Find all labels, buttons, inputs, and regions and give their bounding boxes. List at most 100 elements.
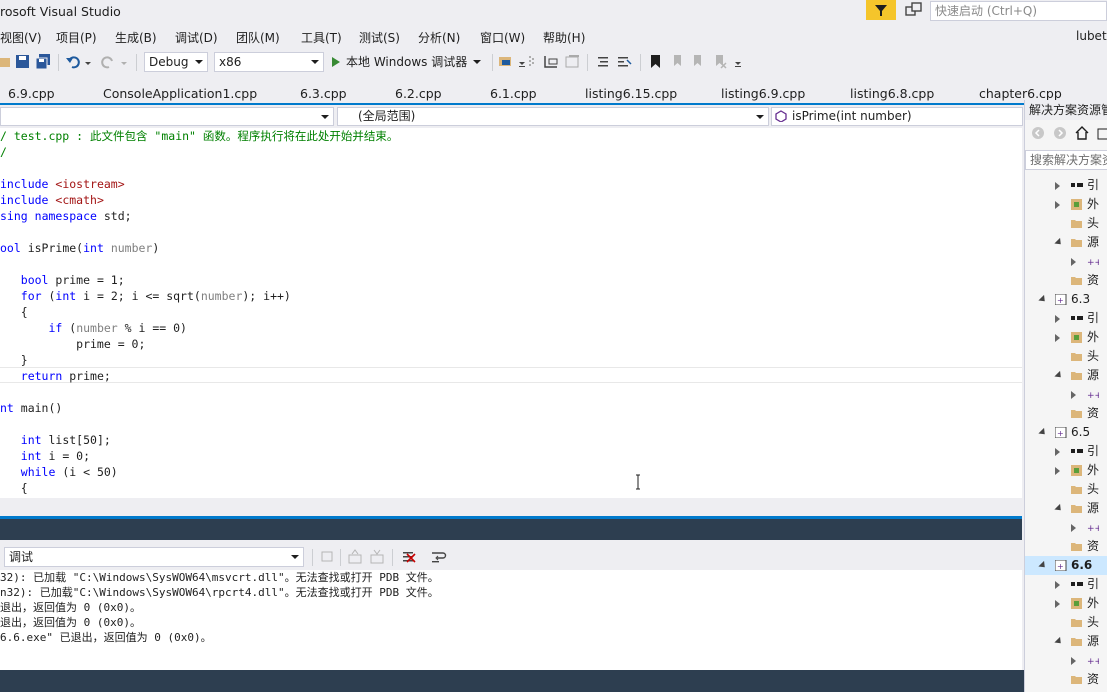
save-icon[interactable] [15,54,31,70]
collapse-arrow-icon[interactable] [1054,636,1064,647]
quick-launch-input[interactable]: 快速启动 (Ctrl+Q) [930,1,1107,21]
menu-item[interactable]: 项目(P) [56,29,97,46]
tree-item[interactable]: 引 [1025,442,1107,461]
document-tab[interactable]: ConsoleApplication1.cpp [103,86,257,101]
expand-arrow-icon[interactable] [1055,448,1060,456]
tree-item[interactable]: +6.5 [1025,423,1107,442]
tree-item[interactable]: +6.3 [1025,290,1107,309]
menu-item[interactable]: 窗口(W) [480,29,525,46]
collapse-arrow-icon[interactable] [1054,503,1064,514]
redo-icon[interactable] [100,54,116,70]
tree-item[interactable]: 资 [1025,537,1107,556]
feedback-icon[interactable] [905,2,923,18]
collapse-arrow-icon[interactable] [1038,560,1048,571]
expand-arrow-icon[interactable] [1071,657,1076,665]
output-text-area[interactable]: 32): 已加载 "C:\Windows\SysWOW64\msvcrt.dll… [0,570,1022,670]
toolbar-overflow-icon[interactable] [734,54,742,70]
tree-item[interactable]: 资 [1025,404,1107,423]
notification-button[interactable] [866,0,896,20]
collapse-arrow-icon[interactable] [1038,294,1048,305]
document-tab[interactable]: 6.2.cpp [395,86,442,101]
browser-link-icon[interactable] [498,54,514,70]
expand-arrow-icon[interactable] [1071,258,1076,266]
tree-item[interactable]: +6.6 [1025,556,1107,575]
step-into-icon[interactable] [543,54,559,70]
tree-item[interactable]: 引 [1025,575,1107,594]
bookmark-icon[interactable] [648,54,664,70]
document-tab[interactable]: listing6.8.cpp [850,86,934,101]
document-tab[interactable]: listing6.15.cpp [585,86,677,101]
document-tab[interactable]: 6.9.cpp [8,86,55,101]
expand-arrow-icon[interactable] [1055,182,1060,190]
home-icon[interactable] [1075,126,1091,142]
collapse-arrow-icon[interactable] [1054,370,1064,381]
expand-arrow-icon[interactable] [1055,467,1060,475]
document-tab[interactable]: chapter6.cpp [979,86,1062,101]
expand-arrow-icon[interactable] [1071,524,1076,532]
tree-item[interactable]: ++ [1025,518,1107,537]
menu-item[interactable]: 视图(V) [0,29,42,46]
tree-item[interactable]: 资 [1025,670,1107,689]
expand-arrow-icon[interactable] [1055,600,1060,608]
tree-item[interactable]: 头 [1025,613,1107,632]
forward-icon[interactable] [1053,126,1069,142]
solution-configuration-select[interactable]: Debug [144,52,208,72]
collapse-arrow-icon[interactable] [1038,427,1048,438]
next-message-icon[interactable] [370,549,386,565]
grip-icon[interactable] [528,54,536,70]
start-debugging-button[interactable]: 本地 Windows 调试器 [332,52,482,72]
tree-item[interactable]: 源 [1025,366,1107,385]
collapse-arrow-icon[interactable] [1054,237,1064,248]
menu-item[interactable]: 帮助(H) [543,29,585,46]
tree-item[interactable]: 引 [1025,309,1107,328]
document-tab[interactable]: listing6.9.cpp [721,86,805,101]
undo-dropdown-icon[interactable] [84,54,92,70]
scope-dropdown[interactable]: (全局范围) [337,107,769,126]
open-folder-icon[interactable] [0,54,16,70]
previous-message-icon[interactable] [348,549,364,565]
user-name[interactable]: lubet [1076,29,1107,43]
expand-arrow-icon[interactable] [1055,201,1060,209]
tree-item[interactable]: 外 [1025,195,1107,214]
tree-item[interactable]: 引 [1025,176,1107,195]
tree-item[interactable]: 头 [1025,480,1107,499]
menu-item[interactable]: 分析(N) [418,29,460,46]
back-icon[interactable] [1031,126,1047,142]
tree-item[interactable]: 头 [1025,347,1107,366]
solution-platform-select[interactable]: x86 [214,52,324,72]
word-wrap-icon[interactable] [431,549,447,565]
redo-dropdown-icon[interactable] [120,54,128,70]
prev-bookmark-icon[interactable] [670,54,686,70]
tree-item[interactable]: ++ [1025,651,1107,670]
comment-lines-icon[interactable] [596,54,612,70]
save-all-icon[interactable] [36,54,52,70]
layout-icon[interactable] [565,54,581,70]
document-tab[interactable]: 6.3.cpp [300,86,347,101]
editor-horizontal-scroll[interactable] [0,498,1022,516]
menu-item[interactable]: 调试(D) [175,29,218,46]
tree-item[interactable]: 外 [1025,328,1107,347]
tree-item[interactable]: ++ [1025,385,1107,404]
next-bookmark-icon[interactable] [690,54,706,70]
tree-item[interactable]: 源 [1025,499,1107,518]
expand-arrow-icon[interactable] [1055,334,1060,342]
menu-item[interactable]: 生成(B) [115,29,157,46]
expand-arrow-icon[interactable] [1071,391,1076,399]
code-editor[interactable]: / test.cpp : 此文件包含 "main" 函数。程序执行将在此处开始并… [0,128,1022,498]
document-tab[interactable]: 6.1.cpp [490,86,537,101]
clear-all-icon[interactable] [401,549,417,565]
tree-item[interactable]: 资 [1025,271,1107,290]
find-message-icon[interactable] [320,549,336,565]
member-dropdown[interactable]: isPrime(int number) [771,107,1023,126]
tree-item[interactable]: 头 [1025,214,1107,233]
undo-icon[interactable] [66,54,82,70]
expand-arrow-icon[interactable] [1055,315,1060,323]
tree-item[interactable]: ++ [1025,252,1107,271]
solution-search-input[interactable]: 搜索解决方案资 [1025,150,1107,170]
clear-bookmarks-icon[interactable] [712,54,728,70]
tree-item[interactable]: 外 [1025,461,1107,480]
menu-item[interactable]: 团队(M) [236,29,280,46]
dropdown-icon[interactable] [518,54,526,70]
menu-item[interactable]: 工具(T) [301,29,342,46]
output-source-select[interactable]: 调试 [4,547,304,567]
